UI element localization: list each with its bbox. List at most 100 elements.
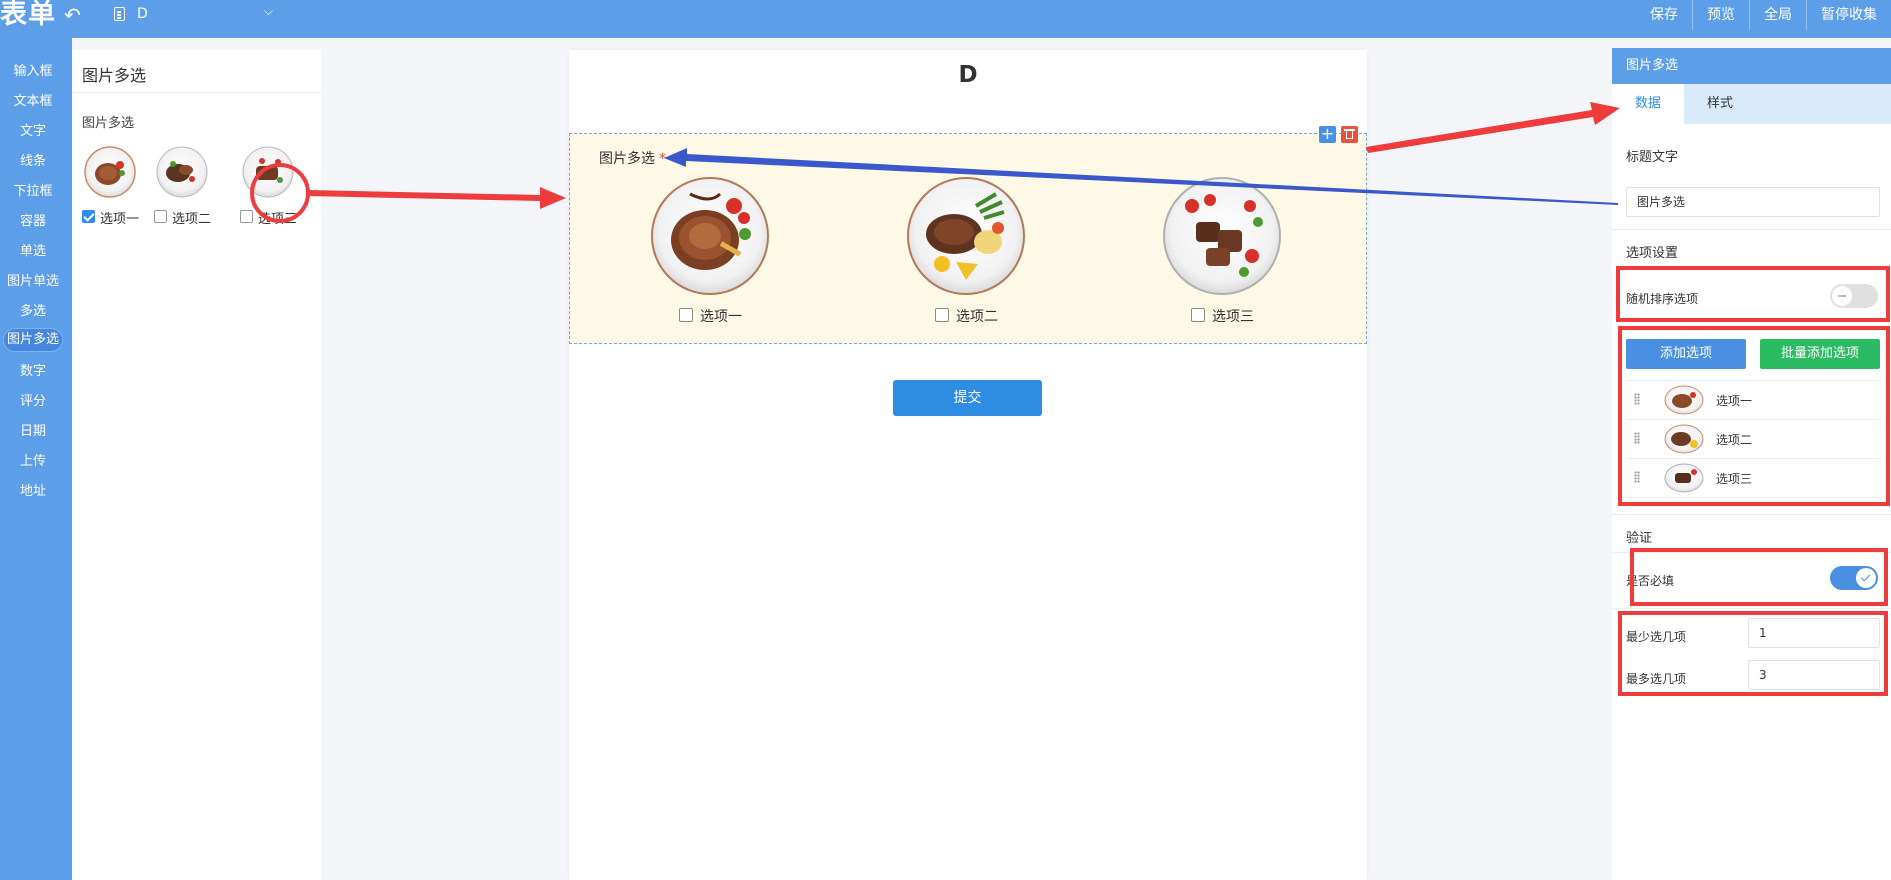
save-button[interactable]: 保存 [1636, 0, 1692, 30]
food-image [1163, 177, 1281, 295]
food-image [1664, 424, 1704, 454]
properties-panel: 图片多选 数据 样式 标题文字 图片多选 选项设置 随机排序选项 添加选项 批量… [1612, 48, 1891, 880]
food-image [242, 146, 294, 198]
tab-style[interactable]: 样式 [1684, 84, 1756, 124]
option-checkbox[interactable] [154, 210, 167, 223]
nav-item-line[interactable]: 线条 [3, 150, 63, 174]
option-label: 选项二 [1716, 433, 1753, 447]
image-checkbox-field[interactable]: 图片多选 * + 选项一 选项二 选项三 [569, 126, 1367, 344]
option-list-item[interactable]: 选项三 [1626, 458, 1881, 498]
food-image [651, 177, 769, 295]
option-label: 选项三 [258, 212, 298, 227]
option-label: 选项三 [1716, 472, 1753, 486]
tab-data[interactable]: 数据 [1612, 84, 1684, 124]
nav-item-input[interactable]: 输入框 [3, 60, 63, 84]
option-list-item[interactable]: 选项二 [1626, 419, 1881, 458]
food-image [907, 177, 1025, 295]
nav-item-checkbox[interactable]: 多选 [3, 300, 63, 324]
batch-add-option-button[interactable]: 批量添加选项 [1760, 339, 1880, 369]
divider [1612, 514, 1891, 515]
nav-item-upload[interactable]: 上传 [3, 450, 63, 474]
red-arrow [1366, 102, 1620, 153]
drag-handle-icon[interactable] [1634, 471, 1640, 483]
divider [1612, 552, 1891, 553]
pause-collection-button[interactable]: 暂停收集 [1806, 0, 1891, 30]
plus-icon[interactable]: + [1319, 126, 1336, 143]
undo-icon[interactable]: ↶ [64, 4, 81, 26]
title-text-label: 标题文字 [1626, 150, 1679, 165]
food-image [1664, 385, 1704, 415]
component-nav: 输入框 文本框 文字 线条 下拉框 容器 单选 图片单选 多选 图片多选 数字 … [0, 38, 72, 880]
option-label: 选项一 [100, 212, 140, 227]
preview-button[interactable]: 预览 [1692, 0, 1749, 30]
check-icon [1856, 568, 1876, 588]
document-selector[interactable]: D ⌵ [114, 4, 282, 26]
food-image [1664, 463, 1704, 493]
preview-option[interactable]: 选项二 [144, 146, 214, 236]
option-checkbox[interactable] [1191, 308, 1205, 322]
field-label: 图片多选 * [599, 151, 666, 167]
option-label: 选项三 [1212, 309, 1254, 325]
global-settings-button[interactable]: 全局 [1749, 0, 1806, 30]
max-select-input[interactable]: 3 [1748, 660, 1880, 690]
required-mark: * [659, 151, 666, 167]
field-option[interactable]: 选项一 [600, 176, 800, 336]
validation-label: 验证 [1626, 531, 1653, 546]
min-select-label: 最少选几项 [1626, 630, 1687, 644]
field-option[interactable]: 选项三 [1112, 176, 1312, 336]
divider [1612, 229, 1891, 230]
add-option-button[interactable]: 添加选项 [1626, 339, 1746, 369]
random-order-label: 随机排序选项 [1626, 292, 1699, 306]
option-checkbox[interactable] [82, 210, 95, 223]
nav-item-number[interactable]: 数字 [3, 360, 63, 384]
option-label: 选项一 [700, 309, 742, 325]
food-image [84, 146, 136, 198]
required-label: 是否必填 [1626, 574, 1675, 588]
document-icon [114, 7, 125, 21]
nav-item-image-checkbox[interactable]: 图片多选 [3, 328, 63, 352]
form-title: D [958, 62, 978, 88]
nav-item-date[interactable]: 日期 [3, 420, 63, 444]
divider [72, 92, 321, 93]
nav-item-textarea[interactable]: 文本框 [3, 90, 63, 114]
nav-item-address[interactable]: 地址 [3, 480, 63, 504]
preview-option[interactable]: 选项三 [230, 146, 300, 236]
component-preview-label: 图片多选 [82, 116, 135, 131]
drag-handle-icon[interactable] [1634, 432, 1640, 444]
nav-item-text[interactable]: 文字 [3, 120, 63, 144]
option-list-item[interactable]: 选项一 [1626, 380, 1881, 419]
option-checkbox[interactable] [679, 308, 693, 322]
option-checkbox[interactable] [240, 210, 253, 223]
document-name: D [137, 6, 148, 22]
max-select-label: 最多选几项 [1626, 672, 1687, 686]
drag-handle-icon[interactable] [1634, 393, 1640, 405]
nav-item-dropdown[interactable]: 下拉框 [3, 180, 63, 204]
properties-tabs: 数据 样式 [1612, 84, 1891, 124]
form-canvas: D 图片多选 * + 选项一 选项二 选项三 提交 [569, 50, 1367, 880]
field-option[interactable]: 选项二 [856, 176, 1056, 336]
food-image [156, 146, 208, 198]
top-bar: 表单 ↶ D ⌵ 保存 预览 全局 暂停收集 [0, 0, 1891, 38]
divider [1612, 608, 1891, 609]
red-arrow [308, 187, 566, 209]
nav-item-container[interactable]: 容器 [3, 210, 63, 234]
panel-title: 图片多选 [82, 66, 147, 85]
nav-item-radio[interactable]: 单选 [3, 240, 63, 264]
random-order-toggle[interactable] [1830, 284, 1878, 308]
option-settings-label: 选项设置 [1626, 246, 1679, 261]
component-preview-panel: 图片多选 图片多选 选项一 选项二 选项三 [72, 50, 321, 880]
properties-header: 图片多选 [1612, 48, 1891, 84]
option-label: 选项二 [956, 309, 998, 325]
nav-item-image-radio[interactable]: 图片单选 [3, 270, 63, 294]
chevron-down-icon: ⌵ [264, 4, 274, 18]
nav-item-rating[interactable]: 评分 [3, 390, 63, 414]
option-label: 选项一 [1716, 394, 1753, 408]
required-toggle[interactable] [1830, 566, 1878, 590]
option-label: 选项二 [172, 212, 212, 227]
min-select-input[interactable]: 1 [1748, 618, 1880, 648]
title-text-input[interactable]: 图片多选 [1626, 187, 1880, 217]
trash-icon[interactable] [1341, 126, 1358, 143]
option-checkbox[interactable] [935, 308, 949, 322]
preview-option[interactable]: 选项一 [72, 146, 142, 236]
submit-button[interactable]: 提交 [893, 380, 1042, 416]
